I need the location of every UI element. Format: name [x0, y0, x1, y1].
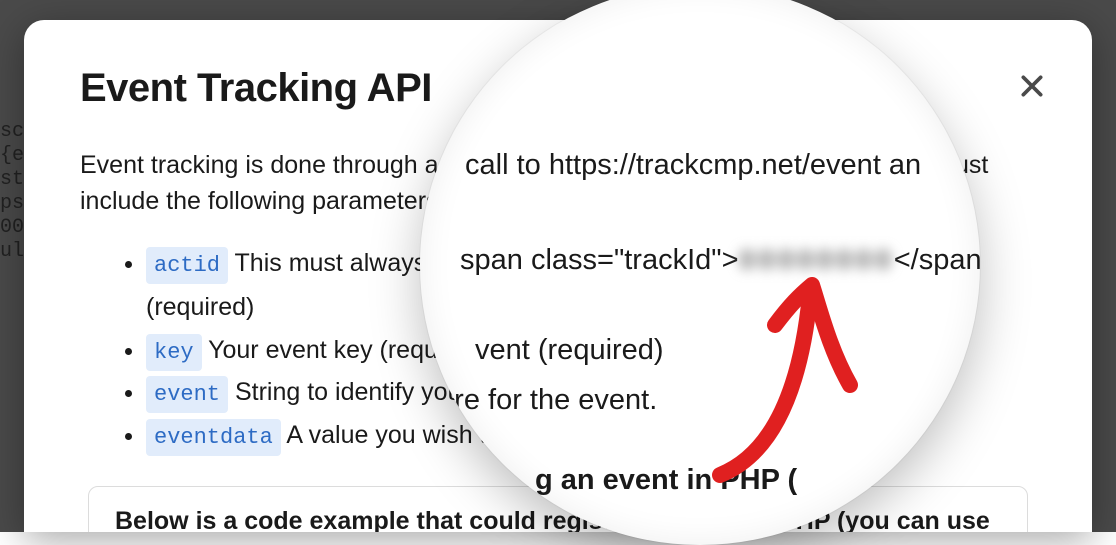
annotation-arrow-icon — [700, 255, 900, 485]
param-name-chip: eventdata — [146, 419, 281, 456]
magnified-line-3: vent (required) — [475, 330, 664, 371]
close-icon — [1019, 73, 1045, 99]
magnified-line-5: g an event in PHP ( — [535, 460, 797, 501]
close-button[interactable] — [1012, 66, 1052, 106]
magnifier-lens: call to https://trackcmp.net/event an sp… — [420, 0, 980, 545]
magnified-line-4: tore for the event. — [430, 380, 657, 421]
magnified-line-1: call to https://trackcmp.net/event an — [465, 145, 921, 186]
param-name-chip: actid — [146, 247, 228, 284]
magnifier-content: call to https://trackcmp.net/event an sp… — [420, 0, 980, 545]
blurred-track-id-magnified: 00000000 — [739, 242, 894, 283]
magnified-line-2: span class="trackId">00000000</span — [460, 240, 980, 283]
param-name-chip: key — [146, 334, 202, 371]
param-name-chip: event — [146, 376, 228, 413]
